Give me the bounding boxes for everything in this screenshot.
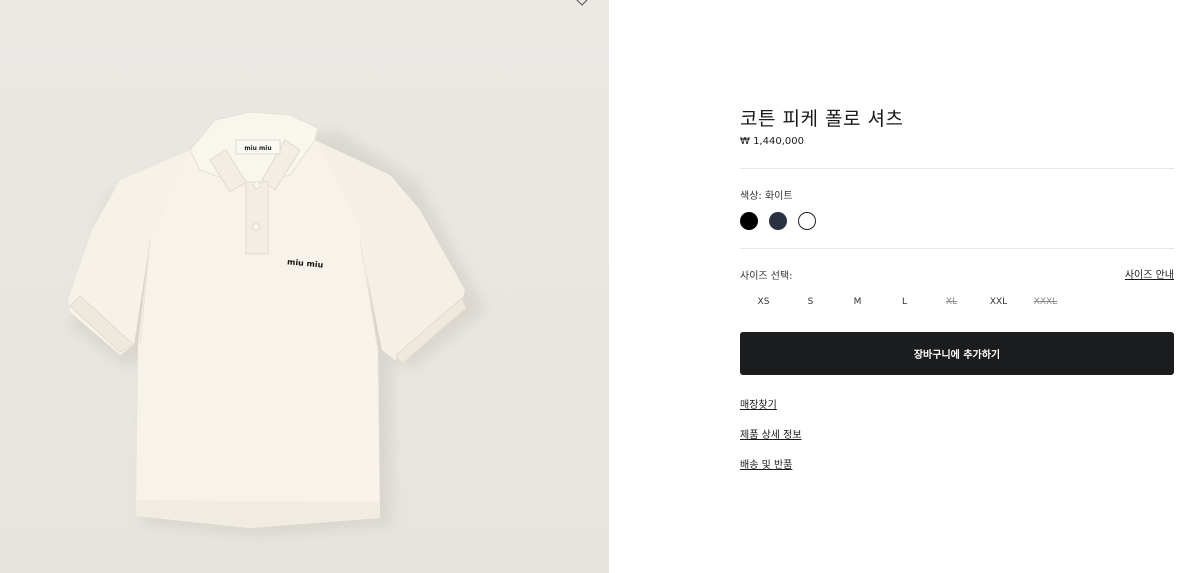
product-info-panel: 코튼 피케 폴로 셔츠 ₩ 1,440,000 색상: 화이트 사이즈 선택: …: [740, 0, 1174, 573]
divider: [740, 248, 1174, 249]
size-options: XS S M L XL XXL XXXL: [740, 297, 1069, 307]
color-label: 색상: 화이트: [740, 191, 793, 202]
product-title: 코튼 피케 폴로 셔츠: [740, 108, 904, 130]
size-option-l[interactable]: L: [881, 297, 928, 307]
color-swatch-white[interactable]: [798, 212, 816, 230]
info-links: 매장찾기 제품 상세 정보 배송 및 반품: [740, 396, 802, 486]
size-option-xxl[interactable]: XXL: [975, 297, 1022, 307]
divider: [740, 168, 1174, 169]
size-option-s[interactable]: S: [787, 297, 834, 307]
product-image-panel: miu miu miu miu: [0, 0, 609, 573]
svg-text:miu miu: miu miu: [244, 145, 271, 152]
product-price: ₩ 1,440,000: [740, 136, 804, 147]
size-label: 사이즈 선택:: [740, 271, 793, 282]
size-guide-link[interactable]: 사이즈 안내: [1125, 266, 1174, 281]
size-option-xl: XL: [945, 297, 958, 307]
color-swatches: [740, 212, 816, 230]
size-option-xxxl: XXXL: [1033, 297, 1058, 307]
size-option-m[interactable]: M: [834, 297, 881, 307]
color-swatch-black[interactable]: [740, 212, 758, 230]
shipping-returns-link[interactable]: 배송 및 반품: [740, 456, 802, 471]
color-swatch-navy[interactable]: [769, 212, 787, 230]
store-locator-link[interactable]: 매장찾기: [740, 396, 802, 411]
size-option-xs[interactable]: XS: [740, 297, 787, 307]
add-to-cart-button[interactable]: 장바구니에 추가하기: [740, 332, 1174, 375]
product-details-link[interactable]: 제품 상세 정보: [740, 426, 802, 441]
polo-shirt-image: miu miu miu miu: [68, 111, 486, 536]
